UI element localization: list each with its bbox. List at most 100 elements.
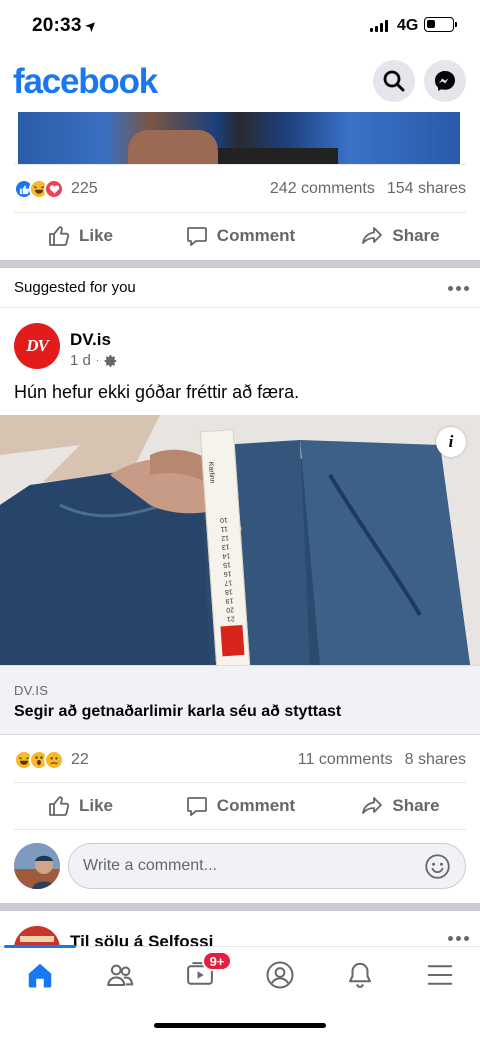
ruler-mark: 13 [221,542,230,551]
link-title: Segir að getnaðarlimir karla séu að styt… [14,703,342,720]
like-label: Like [78,226,114,245]
suggested-label: Suggested for you [14,279,136,296]
comment-input[interactable] [68,843,466,889]
clock: 20:33➤ [32,15,101,36]
ruler-mark: 10 [219,515,229,524]
comment-label: Comment [216,226,296,245]
app-header: facebook [0,52,480,112]
comment-button[interactable]: Comment [160,224,320,248]
battery-icon [424,17,457,32]
ruler-mark: 11 [220,524,229,533]
post-image[interactable] [18,112,460,164]
like-button[interactable]: Like [0,794,160,818]
search-icon [383,70,405,92]
home-indicator[interactable] [154,1023,326,1028]
info-icon: i [448,432,454,451]
thumbs-up-icon [49,226,70,246]
status-bar: 20:33➤ 4G [0,0,480,52]
ruler-header: Karlinn [206,461,216,484]
shares-count[interactable]: 8 shares [405,751,466,769]
comment-button[interactable]: Comment [160,794,320,818]
share-button[interactable]: Share [320,794,480,818]
ruler-marks: 10111213141516171819202122 [201,430,236,631]
more-options-icon[interactable] [448,286,469,291]
suggested-header: Suggested for you [0,268,480,308]
ruler-logo [220,624,245,657]
share-label: Share [392,226,440,245]
messenger-icon [435,71,455,91]
emoji-icon[interactable] [424,853,451,880]
signal-icon [370,20,388,32]
share-button[interactable]: Share [320,224,480,248]
ruler-mark: 18 [224,587,234,596]
messenger-button[interactable] [424,60,466,102]
post-actions: Like Comment Share [0,783,480,829]
ruler-mark: 17 [224,578,233,587]
tab-home[interactable] [12,957,68,993]
ruler-mark: 12 [220,533,230,542]
image-detail [218,148,338,164]
post-time[interactable]: 1 d [70,352,91,369]
comment-icon [186,797,207,816]
ruler-mark: 19 [225,596,234,605]
like-button[interactable]: Like [0,224,160,248]
location-arrow-icon: ➤ [80,15,101,36]
home-icon [28,963,52,988]
reactions-summary[interactable]: 225 242 comments 154 shares [14,174,466,204]
post-actions: Like Comment Share [0,213,480,259]
facebook-logo[interactable]: facebook [13,62,158,102]
image-detail [128,130,218,164]
feed-separator [0,260,480,268]
network-type: 4G [397,17,419,34]
reaction-icons [14,750,64,770]
watch-notification-badge: 9+ [202,951,232,971]
love-reaction-icon [44,179,64,199]
shares-count[interactable]: 154 shares [387,180,466,198]
sad-reaction-icon [44,750,64,770]
link-preview-image[interactable]: Karlinn 10111213141516171819202122 i [0,415,480,665]
ruler-mark: 15 [222,560,232,569]
reaction-count: 22 [71,751,89,768]
reaction-icons [14,179,64,199]
like-label: Like [78,796,114,815]
comment-label: Comment [216,796,296,815]
dv-logo: DV [26,336,49,355]
ruler-mark: 21 [226,614,235,623]
reaction-count: 225 [71,180,98,197]
ruler-mark: 16 [223,569,232,578]
divider [14,164,466,165]
comment-icon [186,227,207,246]
post-meta: 1 d · [70,352,118,369]
bell-icon [349,962,371,988]
share-icon [362,227,383,244]
profile-icon [266,961,294,989]
feed-separator [0,903,480,911]
share-label: Share [392,796,440,815]
post-text: Hún hefur ekki góðar fréttir að færa. [14,382,300,402]
tab-friends[interactable] [92,957,148,993]
more-options-icon[interactable] [448,936,469,941]
info-button[interactable]: i [436,427,466,457]
share-icon [362,797,383,814]
tab-profile[interactable] [252,957,308,993]
link-caption[interactable]: DV.IS Segir að getnaðarlimir karla séu a… [0,665,480,735]
tab-watch[interactable]: 9+ [172,951,232,993]
divider [14,829,466,830]
comments-count[interactable]: 242 comments [270,180,375,198]
friends-icon [107,964,134,986]
ruler-mark: 14 [222,551,231,560]
link-domain: DV.IS [14,683,49,698]
thumbs-up-icon [49,796,70,816]
gear-icon [104,354,117,367]
page-name[interactable]: DV.is [70,330,111,350]
search-button[interactable] [373,60,415,102]
user-avatar[interactable] [14,843,60,889]
comments-count[interactable]: 11 comments [298,751,393,769]
reactions-summary[interactable]: 22 11 comments 8 shares [14,745,466,775]
active-tab-indicator [4,945,76,948]
tab-menu[interactable] [412,957,468,993]
page-avatar[interactable]: DV [14,323,60,369]
ruler-mark: 20 [226,605,235,614]
tab-notifications[interactable] [332,957,388,993]
comment-composer [0,840,480,894]
